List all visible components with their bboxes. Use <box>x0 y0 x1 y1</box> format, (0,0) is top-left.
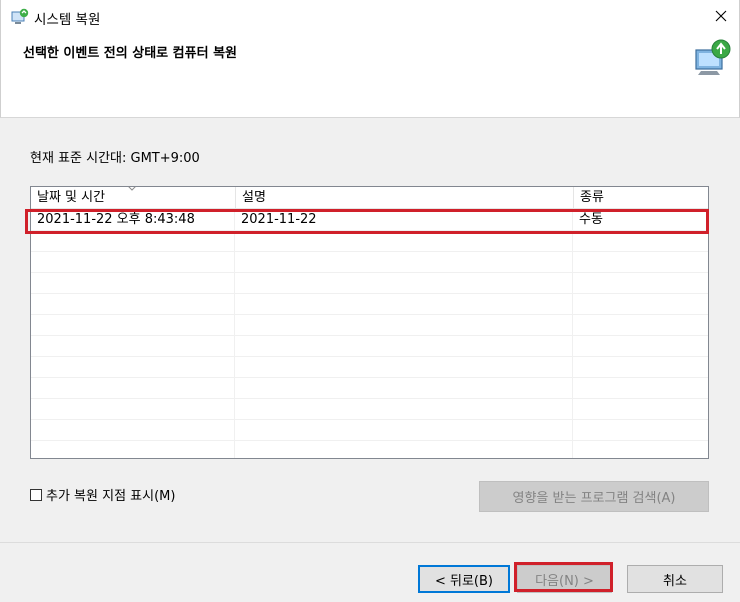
table-row[interactable]: 2021-11-22 오후 8:43:48 2021-11-22 수동 <box>31 209 708 230</box>
footer-divider <box>0 542 740 543</box>
close-button[interactable] <box>705 2 737 30</box>
scan-affected-programs-button[interactable]: 영향을 받는 프로그램 검색(A) <box>479 481 709 512</box>
system-restore-icon <box>11 8 29 24</box>
show-more-label: 추가 복원 지점 표시(M) <box>46 489 176 504</box>
column-header-type[interactable]: 종류 <box>573 187 708 208</box>
cell-datetime: 2021-11-22 오후 8:43:48 <box>37 212 195 227</box>
restore-points-list[interactable]: 날짜 및 시간 설명 종류 2021-11-22 오후 8:43:48 2021… <box>30 186 709 459</box>
page-heading: 선택한 이벤트 전의 상태로 컴퓨터 복원 <box>23 46 237 61</box>
dialog-header: 시스템 복원 선택한 이벤트 전의 상태로 컴퓨터 복원 <box>0 0 740 118</box>
back-button[interactable]: < 뒤로(B) <box>418 565 510 593</box>
window-title: 시스템 복원 <box>34 12 101 28</box>
next-button[interactable]: 다음(N) > <box>517 565 612 593</box>
computer-restore-icon <box>695 39 731 75</box>
timezone-label: 현재 표준 시간대: GMT+9:00 <box>30 151 200 166</box>
show-more-checkbox[interactable] <box>30 488 42 501</box>
cell-description: 2021-11-22 <box>241 212 317 227</box>
list-header: 날짜 및 시간 설명 종류 <box>31 187 708 209</box>
sort-indicator-icon <box>128 187 136 191</box>
column-header-description[interactable]: 설명 <box>235 187 573 208</box>
cancel-button[interactable]: 취소 <box>627 565 723 593</box>
cell-type: 수동 <box>579 212 603 227</box>
show-more-restore-points[interactable]: 추가 복원 지점 표시(M) <box>30 485 175 504</box>
close-icon <box>715 10 727 22</box>
